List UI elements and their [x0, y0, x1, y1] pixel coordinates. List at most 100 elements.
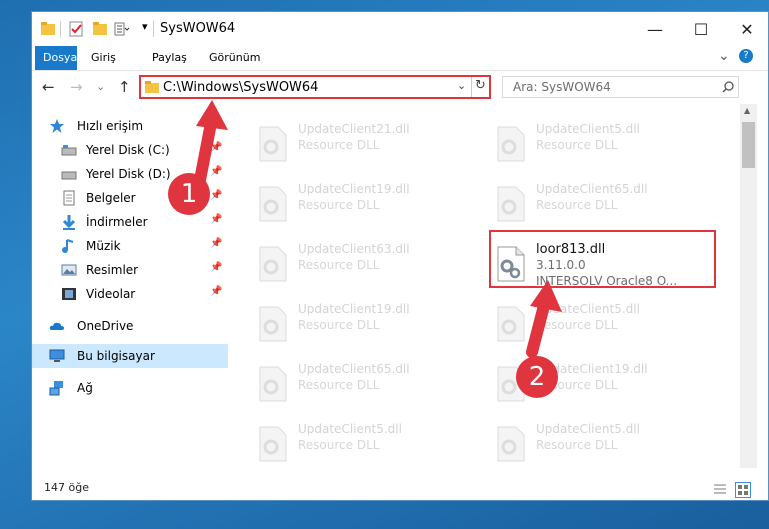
item-count: 147 öğe — [44, 481, 89, 494]
sidebar-item-videos[interactable]: Videolar 📌 — [32, 282, 228, 306]
dll-file-icon — [259, 306, 287, 342]
sidebar-item-label: Yerel Disk (C:) — [86, 143, 170, 157]
file-name: UpdateClient65.dll — [536, 182, 648, 196]
pictures-icon — [61, 264, 77, 276]
file-name: UpdateClient5.dll — [536, 422, 640, 436]
file-item[interactable]: UpdateClient5.dll Resource DLL — [490, 298, 710, 344]
pin-icon: 📌 — [210, 166, 223, 177]
file-name: UpdateClient19.dll — [298, 182, 410, 196]
window-title: SysWOW64 — [160, 21, 236, 36]
help-icon[interactable]: ? — [739, 49, 753, 63]
status-bar: 147 öğe — [32, 472, 768, 500]
file-name: UpdateClient5.dll — [298, 422, 402, 436]
star-icon — [50, 119, 64, 133]
sidebar-item-this-pc[interactable]: Bu bilgisayar — [32, 344, 228, 368]
file-item[interactable]: UpdateClient5.dll Resource DLL — [252, 418, 472, 464]
pin-icon: 📌 — [210, 238, 223, 249]
network-icon — [49, 381, 63, 396]
file-description: Resource DLL — [536, 138, 618, 152]
address-path: C:\Windows\SysWOW64 — [163, 80, 319, 95]
properties-icon[interactable] — [68, 20, 84, 38]
file-description: Resource DLL — [536, 198, 618, 212]
quick-access-dropdown-icon[interactable]: ▾ — [142, 20, 148, 33]
drive-d-icon — [61, 171, 77, 180]
pin-icon: 📌 — [210, 286, 223, 297]
scrollbar-thumb[interactable] — [742, 122, 755, 168]
large-icons-view-icon[interactable] — [735, 482, 751, 498]
tab-file[interactable]: Dosya — [35, 46, 77, 70]
search-input[interactable]: Ara: SysWOW64 — [513, 80, 611, 94]
sidebar-item-drive-c[interactable]: Yerel Disk (C:) 📌 — [32, 138, 228, 162]
file-item[interactable]: UpdateClient63.dll Resource DLL — [252, 238, 472, 284]
forward-button[interactable]: → — [70, 78, 83, 96]
file-description: Resource DLL — [298, 378, 380, 392]
sidebar-item-label: İndirmeler — [86, 215, 148, 229]
file-item[interactable]: UpdateClient19.dll Resource DLL — [252, 178, 472, 224]
sidebar-item-label: Bu bilgisayar — [77, 349, 155, 363]
file-description: Resource DLL — [298, 198, 380, 212]
tab-share[interactable]: Paylaş — [140, 46, 199, 70]
new-folder-icon[interactable] — [92, 20, 108, 38]
dll-file-icon — [259, 366, 287, 402]
file-name: UpdateClient5.dll — [536, 122, 640, 136]
sidebar-item-label: Belgeler — [86, 191, 136, 205]
documents-icon — [63, 190, 75, 206]
sidebar-item-downloads[interactable]: İndirmeler 📌 — [32, 210, 228, 234]
file-item[interactable]: UpdateClient5.dll Resource DLL — [490, 118, 710, 164]
pin-icon: 📌 — [210, 214, 223, 225]
file-name: UpdateClient5.dll — [536, 302, 640, 316]
maximize-button[interactable]: ☐ — [678, 12, 724, 46]
details-view-icon[interactable] — [713, 483, 727, 495]
search-box[interactable]: Ara: SysWOW64 — [502, 76, 739, 98]
file-item[interactable]: UpdateClient5.dll Resource DLL — [490, 418, 710, 464]
close-button[interactable]: ✕ — [724, 12, 768, 46]
tab-view[interactable]: Görünüm — [197, 46, 272, 70]
customize-toolbar-icon[interactable] — [114, 20, 130, 38]
file-name: UpdateClient21.dll — [298, 122, 410, 136]
recent-locations-button[interactable]: ⌄ — [96, 80, 105, 93]
vertical-scrollbar[interactable]: ▲ — [740, 104, 757, 468]
dll-file-icon — [259, 246, 287, 282]
drive-c-icon — [61, 145, 77, 156]
music-icon — [62, 239, 74, 253]
sidebar-item-onedrive[interactable]: OneDrive — [32, 314, 228, 338]
scroll-up-icon[interactable]: ▲ — [744, 106, 750, 115]
pin-icon: 📌 — [210, 142, 223, 153]
step-1-badge: 1 — [168, 173, 210, 215]
dll-file-icon — [259, 426, 287, 462]
search-icon[interactable] — [722, 81, 734, 93]
dll-file-icon — [497, 186, 525, 222]
refresh-icon[interactable]: ↻ — [475, 78, 486, 93]
back-button[interactable]: ← — [42, 78, 55, 96]
address-bar[interactable]: C:\Windows\SysWOW64 ⌄ ↻ — [139, 75, 491, 99]
dll-file-icon — [497, 126, 525, 162]
folder-icon — [41, 22, 55, 35]
videos-icon — [62, 288, 76, 300]
sidebar-item-music[interactable]: Müzik 📌 — [32, 234, 228, 258]
sidebar-item-quick-access[interactable]: Hızlı erişim — [32, 114, 228, 138]
sidebar-item-network[interactable]: Ağ — [32, 376, 228, 400]
up-button[interactable]: ↑ — [118, 78, 131, 96]
pin-icon: 📌 — [210, 262, 223, 273]
expand-ribbon-icon[interactable]: ⌄ — [718, 48, 730, 64]
file-item[interactable]: UpdateClient21.dll Resource DLL — [252, 118, 472, 164]
ribbon-tabs: Dosya Giriş Paylaş Görünüm ⌄ ? — [32, 46, 768, 71]
file-item[interactable]: UpdateClient65.dll Resource DLL — [252, 358, 472, 404]
navigation-bar: ← → ⌄ ↑ C:\Windows\SysWOW64 ⌄ ↻ Ara: Sys… — [32, 70, 768, 104]
file-item[interactable]: UpdateClient19.dll Resource DLL — [252, 298, 472, 344]
tab-home[interactable]: Giriş — [79, 46, 128, 70]
file-description: Resource DLL — [298, 438, 380, 452]
sidebar-item-label: Videolar — [86, 287, 136, 301]
file-description: Resource DLL — [298, 318, 380, 332]
sidebar-item-pictures[interactable]: Resimler 📌 — [32, 258, 228, 282]
navigation-pane: Hızlı erişim Yerel Disk (C:) 📌 Yerel Dis… — [32, 110, 228, 468]
file-name: UpdateClient65.dll — [298, 362, 410, 376]
file-item[interactable]: UpdateClient65.dll Resource DLL — [490, 178, 710, 224]
highlight-box-file — [489, 230, 716, 288]
folder-icon — [145, 81, 159, 93]
minimize-button[interactable]: — — [632, 12, 678, 46]
address-dropdown-icon[interactable]: ⌄ — [457, 79, 466, 92]
onedrive-icon — [49, 322, 64, 330]
sidebar-item-label: Hızlı erişim — [77, 119, 144, 133]
computer-icon — [49, 349, 65, 362]
